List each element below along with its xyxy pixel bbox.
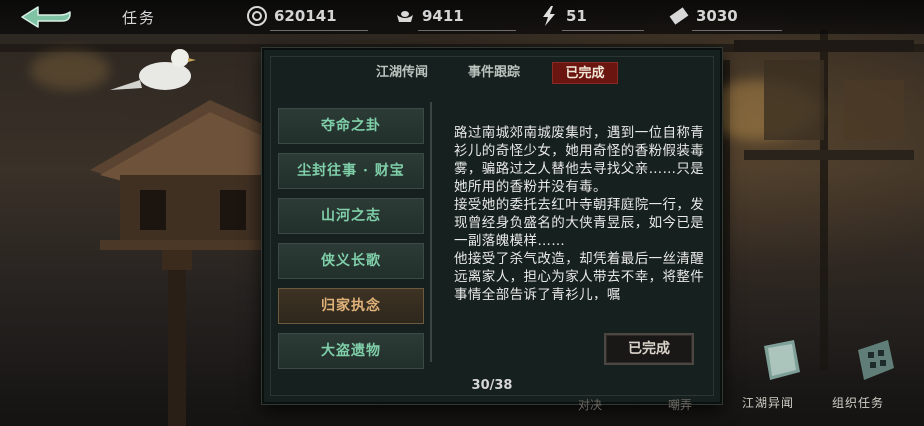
top-bar: 任务 620141 9411 51 3030 — [0, 0, 924, 34]
quest-item[interactable]: 夺命之卦 — [278, 108, 424, 144]
jianghu-anecdotes-button[interactable] — [754, 332, 810, 388]
ingot-icon — [394, 5, 416, 27]
quest-panel: 江湖传闻 事件跟踪 已完成 夺命之卦 尘封往事 · 财宝 山河之志 侠义长歌 归… — [262, 48, 722, 404]
energy-counter: 51 — [538, 4, 644, 31]
description-paragraph: 路过南城郊南城废集时，遇到一位自称青衫儿的奇怪少女，她用奇怪的香粉假装毒雾，骗路… — [454, 125, 705, 195]
tab-rumors[interactable]: 江湖传闻 — [364, 62, 440, 84]
description-paragraph: 接受她的委托去红叶寺朝拜庭院一行，发现曾经身负盛名的大侠青昱辰，如今已是一副落魄… — [454, 197, 705, 249]
shortcut-label: 江湖异闻 — [742, 396, 795, 410]
background-label: 对决 — [578, 398, 603, 412]
quest-item[interactable]: 大盗遗物 — [278, 333, 424, 369]
quest-item[interactable]: 尘封往事 · 财宝 — [278, 153, 424, 189]
ticket-counter: 3030 — [668, 4, 782, 31]
quest-tabs: 江湖传闻 事件跟踪 已完成 — [264, 60, 720, 86]
quest-item[interactable]: 侠义长歌 — [278, 243, 424, 279]
page-title: 任务 — [122, 9, 157, 27]
quest-item-selected[interactable]: 归家执念 — [278, 288, 424, 324]
tab-tracking[interactable]: 事件跟踪 — [456, 62, 532, 84]
panel-divider — [430, 102, 432, 362]
quest-item[interactable]: 山河之志 — [278, 198, 424, 234]
page-indicator: 30/38 — [471, 378, 513, 393]
back-arrow-icon — [21, 6, 71, 28]
organization-tasks-button[interactable] — [846, 332, 902, 388]
description-paragraph: 他接受了杀气改造，却凭着最后一丝清醒远离家人，担心为家人带去不幸，将整件事情全部… — [454, 251, 705, 300]
lightning-icon — [538, 5, 560, 27]
coin-icon — [246, 5, 268, 27]
quest-description[interactable]: 路过南城郊南城废集时，遇到一位自称青衫儿的奇怪少女，她用奇怪的香粉假装毒雾，骗路… — [454, 124, 710, 300]
scroll-icon — [858, 340, 894, 380]
shortcut-label: 组织任务 — [832, 396, 885, 410]
ingot-counter: 9411 — [394, 4, 516, 31]
tab-completed[interactable]: 已完成 — [552, 62, 618, 84]
completed-button[interactable]: 已完成 — [604, 333, 694, 365]
back-button[interactable] — [12, 4, 76, 30]
ticket-icon — [668, 5, 690, 27]
book-icon — [764, 340, 800, 380]
coin-counter: 620141 — [246, 4, 368, 31]
background-label: 嘲弄 — [668, 398, 693, 412]
